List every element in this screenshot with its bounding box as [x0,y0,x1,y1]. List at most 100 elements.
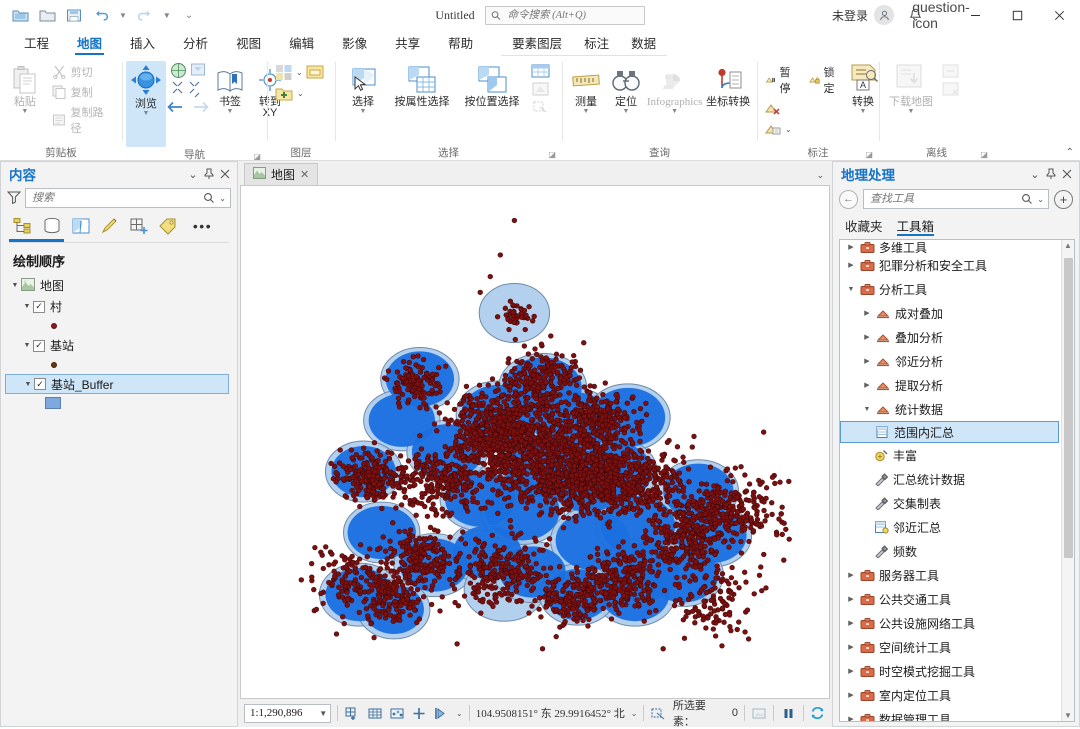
search-icon[interactable] [203,192,215,204]
tree-item-analysis-toolbox[interactable]: ▼ 分析工具 [840,277,1061,301]
expand-icon[interactable]: ▶ [844,571,858,579]
locate-button[interactable]: 定位 ▼ [606,61,646,116]
locate-dropdown-icon[interactable]: ▼ [623,108,630,116]
ribbon-tab-share[interactable]: 共享 [381,32,434,56]
tool-search-history-icon[interactable]: ⌄ [1037,195,1044,204]
contents-search-input[interactable] [30,191,204,205]
paste-button[interactable]: 粘贴 ▼ [4,61,46,116]
add-grid-icon[interactable] [344,704,360,722]
tool-search-input[interactable] [868,192,1022,206]
pause-labeling-button[interactable]: 暂停 [761,63,799,97]
offline-dialog-launcher-icon[interactable]: ◪ [980,147,988,160]
save-project-icon[interactable] [64,5,84,25]
basestation-buffer-visibility-checkbox[interactable]: ✓ [34,378,46,390]
previous-extent-icon[interactable] [166,100,184,114]
collapse-icon[interactable]: ▼ [860,406,874,413]
toc-item-map[interactable]: ▼ 地图 [5,275,233,296]
customize-qat-icon[interactable]: ⌄ [184,10,194,21]
drawing-status-icon[interactable] [751,704,767,722]
contents-menu-icon[interactable]: ⌄ [185,165,201,183]
remove-offline-map-icon[interactable] [941,81,960,97]
list-by-editing-icon[interactable] [96,214,123,238]
redo-dropdown-icon[interactable]: ▼ [162,11,172,20]
add-data-dropdown-icon[interactable]: ⌄ [297,89,304,98]
zoom-to-selection-icon[interactable] [531,81,550,97]
toc-item-basestation-buffer-layer[interactable]: ▼ ✓ 基站_Buffer [5,374,229,394]
labeling-dialog-launcher-icon[interactable]: ◪ [865,147,873,160]
refresh-icon[interactable] [810,704,826,722]
command-search-input[interactable] [505,8,639,22]
back-arrow-icon[interactable]: ← [839,189,858,209]
copy-path-button[interactable]: 复制路径 [48,103,118,137]
tree-item-public-transit-toolbox[interactable]: ▶ 公共交通工具 [840,587,1061,611]
sign-in-label[interactable]: 未登录 [832,7,868,24]
copy-button[interactable]: 复制 [48,83,118,101]
scrollbar-thumb[interactable] [1063,258,1073,558]
ribbon-tab-help[interactable]: 帮助 [434,32,487,56]
tree-item-summarize-within-tool[interactable]: 范围内汇总 [840,421,1059,443]
view-unplaced-labels-icon[interactable] [765,122,782,137]
list-by-snapping-icon[interactable] [125,214,152,238]
search-icon[interactable] [1021,193,1033,205]
clear-selection-icon[interactable] [650,704,666,722]
attribute-table-icon[interactable] [531,63,550,79]
expand-village-icon[interactable]: ▼ [21,303,33,310]
list-by-selection-icon[interactable] [67,214,94,238]
tree-item-summarize-nearby-tool[interactable]: 邻近汇总 [840,515,1061,539]
command-search-box[interactable] [484,5,645,25]
infographics-button[interactable]: Infographics ▼ [646,61,703,116]
lock-labels-button[interactable]: 锁定 [805,63,843,97]
graph-icon[interactable] [389,704,405,722]
new-project-icon[interactable] [10,5,30,25]
bookmarks-button[interactable]: 书签 ▼ [210,61,250,116]
expand-icon[interactable]: ▶ [844,643,858,651]
expand-icon[interactable]: ▶ [844,715,858,721]
expand-basestation-buffer-icon[interactable]: ▼ [22,381,34,388]
ribbon-tab-edit[interactable]: 编辑 [275,32,328,56]
next-extent-icon[interactable] [192,100,210,114]
zoom-arrows-icon[interactable] [171,80,205,97]
tab-favorites[interactable]: 收藏夹 [845,216,883,236]
tree-item-proximity-analysis-toolset[interactable]: ▶ 邻近分析 [840,349,1061,373]
expand-map-icon[interactable]: ▼ [9,282,21,289]
measure-button[interactable]: 测量 ▼ [566,61,606,116]
tree-item-spatial-statistics-toolbox[interactable]: ▶ 空间统计工具 [840,635,1061,659]
tree-item-frequency-tool[interactable]: 频数 [840,539,1061,563]
tab-toolboxes[interactable]: 工具箱 [896,216,935,236]
contents-pin-icon[interactable] [201,165,217,183]
grid-icon[interactable] [366,704,382,722]
map-canvas[interactable] [240,185,830,699]
paste-dropdown-icon[interactable]: ▼ [21,108,28,116]
close-button[interactable] [1038,0,1080,30]
expand-icon[interactable]: ▶ [860,381,874,389]
tree-item-indoor-positioning-toolbox[interactable]: ▶ 室内定位工具 [840,683,1061,707]
expand-basestation-icon[interactable]: ▼ [21,342,33,349]
select-by-attributes-button[interactable]: 按属性选择 [387,61,457,108]
expand-icon[interactable]: ▶ [844,261,858,269]
expand-icon[interactable]: ▶ [860,309,874,317]
geoprocessing-pin-icon[interactable] [1043,165,1059,183]
ribbon-tab-project[interactable]: 工程 [10,32,63,56]
contents-close-icon[interactable] [217,165,233,183]
basemap-icon[interactable] [275,64,293,81]
collapse-icon[interactable]: ▼ [844,286,858,293]
plus-icon[interactable] [411,704,427,722]
selection-dialog-launcher-icon[interactable]: ◪ [548,147,556,160]
list-by-drawing-order-icon[interactable] [9,214,36,238]
sync-map-icon[interactable] [941,63,960,79]
minimize-button[interactable] [954,0,996,30]
explore-dropdown-icon[interactable]: ▼ [143,110,150,118]
expand-icon[interactable]: ▶ [860,333,874,341]
account-icon[interactable] [874,5,894,25]
basemap-dropdown-icon[interactable]: ⌄ [296,68,303,77]
contents-more-options-icon[interactable]: ••• [189,214,216,238]
expand-icon[interactable]: ▶ [844,667,858,675]
undo-dropdown-icon[interactable]: ▼ [118,11,128,20]
undo-icon[interactable] [91,5,111,25]
full-extent-icon[interactable] [170,62,187,79]
ribbon-tab-map[interactable]: 地图 [63,32,116,56]
expand-icon[interactable]: ▶ [844,243,858,251]
download-map-button[interactable]: 下载地图 ▼ [883,61,939,116]
ribbon-tab-insert[interactable]: 插入 [116,32,169,56]
pause-icon[interactable] [780,704,796,722]
